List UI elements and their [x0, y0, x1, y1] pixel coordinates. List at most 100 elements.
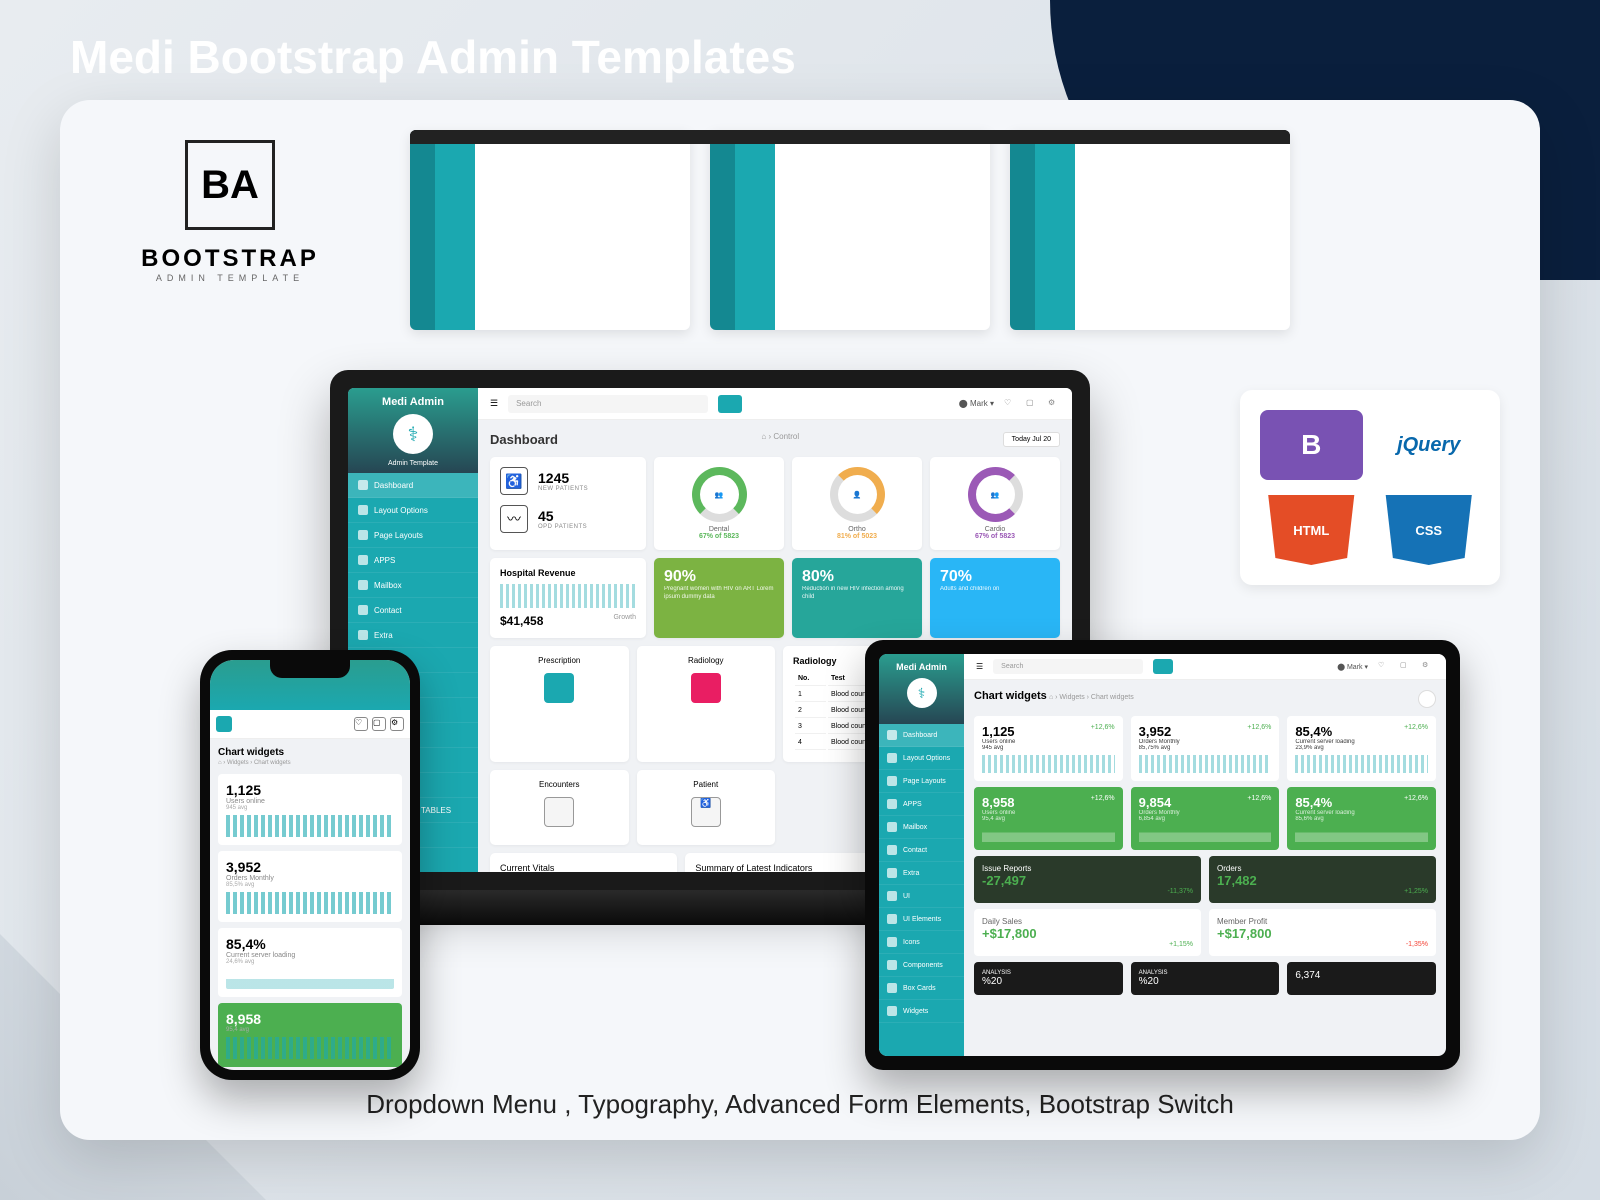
bell-icon[interactable]: ♡: [1378, 661, 1390, 673]
chart-widget-card: ANALYSIS%20: [1131, 962, 1280, 995]
nav-icon: [887, 845, 897, 855]
chart-widget-card: +12,6%85,4%Current server loading85,6% a…: [1287, 787, 1436, 850]
bell-icon[interactable]: ♡: [1004, 398, 1016, 410]
sidebar-item-widgets[interactable]: Widgets: [879, 1000, 964, 1023]
dashboard-heading: Dashboard: [490, 432, 558, 447]
bell-icon[interactable]: ♡: [354, 717, 368, 731]
phone-toolbar: ♡ ▢ ⚙: [210, 710, 410, 739]
chart-widget-card: +12,6%3,952Orders Monthly85,75% avg: [1131, 716, 1280, 781]
breadcrumb[interactable]: ⌂ › Widgets › Chart widgets: [218, 760, 402, 766]
sidebar-item-apps[interactable]: APPS: [348, 548, 478, 573]
sidebar-item-ui-elements[interactable]: UI Elements: [879, 908, 964, 931]
user-name[interactable]: Mark: [1347, 664, 1363, 671]
phone-mockup: ♡ ▢ ⚙ Chart widgets ⌂ › Widgets › Chart …: [200, 650, 420, 1080]
date-picker[interactable]: Today Jul 20: [1003, 432, 1060, 447]
sidebar-item-layout-options[interactable]: Layout Options: [348, 498, 478, 523]
gear-icon[interactable]: ⚙: [390, 717, 404, 731]
nav-icon: [887, 868, 897, 878]
chart-icon: [544, 797, 574, 827]
calendar-icon[interactable]: ▢: [372, 717, 386, 731]
sidebar-item-contact[interactable]: Contact: [879, 839, 964, 862]
tablet-sidebar: Medi Admin ⚕ DashboardLayout OptionsPage…: [879, 654, 964, 1056]
sparkline-icon: [226, 892, 394, 914]
phone-page-title: Chart widgets: [218, 747, 402, 758]
menu-icon[interactable]: ☰: [976, 662, 983, 671]
bootstrap-icon: B: [1260, 410, 1363, 480]
sparkline-icon: [226, 1037, 394, 1059]
area-chart-icon: [982, 826, 1115, 842]
logo-subtitle: ADMIN TEMPLATE: [120, 273, 340, 283]
sidebar-item-page-layouts[interactable]: Page Layouts: [879, 770, 964, 793]
encounters-card[interactable]: Encounters: [490, 770, 629, 845]
nav-icon: [887, 914, 897, 924]
vitals-card: Current Vitals: [490, 853, 677, 872]
menu-icon[interactable]: ☰: [490, 398, 498, 409]
chart-widget-card: +12,6%1,125Users online945 avg: [974, 716, 1123, 781]
stat-label: NEW PATIENTS: [538, 486, 588, 492]
sidebar-item-extra[interactable]: Extra: [348, 623, 478, 648]
nav-icon: [358, 480, 368, 490]
breadcrumb[interactable]: ⌂ › Widgets › Chart widgets: [1049, 694, 1134, 701]
tech-badges: B jQuery HTML CSS: [1240, 390, 1500, 585]
sidebar-item-contact[interactable]: Contact: [348, 598, 478, 623]
search-button[interactable]: [1153, 659, 1173, 674]
search-button[interactable]: [718, 395, 742, 413]
radiology-card[interactable]: Radiology: [637, 646, 776, 762]
preview-thumb-tickets[interactable]: Tickets: [1010, 130, 1290, 330]
page-title: Medi Bootstrap Admin Templates: [70, 30, 796, 84]
sidebar-item-icons[interactable]: Icons: [879, 931, 964, 954]
sidebar-item-layout-options[interactable]: Layout Options: [879, 747, 964, 770]
chart-widget-card: 8,95895,4 avg: [218, 1003, 402, 1067]
heart-icon: [691, 673, 721, 703]
calendar-icon[interactable]: ▢: [1026, 398, 1038, 410]
chart-widget-card: Orders17,482+1,25%: [1209, 856, 1436, 903]
pct-card-70: 70%Adults and children on: [930, 558, 1060, 638]
avatar-icon[interactable]: ⚕: [907, 678, 937, 708]
avatar-icon[interactable]: ⚕: [393, 414, 433, 454]
collapse-icon[interactable]: [1418, 690, 1436, 708]
sidebar-item-extra[interactable]: Extra: [879, 862, 964, 885]
nav-icon: [887, 960, 897, 970]
patient-card[interactable]: Patient♿: [637, 770, 776, 845]
search-input[interactable]: Search: [993, 659, 1143, 674]
user-name[interactable]: Mark: [970, 399, 988, 408]
stat-value: 1245: [538, 470, 588, 486]
sidebar-item-ui[interactable]: UI: [879, 885, 964, 908]
chart-widget-card: 1,125Users online945 avg: [218, 774, 402, 845]
breadcrumb[interactable]: ⌂ › Control: [761, 432, 799, 447]
sidebar-item-components[interactable]: Components: [879, 954, 964, 977]
brand-name: Medi Admin: [356, 396, 470, 408]
topbar: ☰ Search ⬤ Mark ▾ ♡ ▢ ⚙: [478, 388, 1072, 420]
sidebar-item-dashboard[interactable]: Dashboard: [348, 473, 478, 498]
gear-icon[interactable]: ⚙: [1422, 661, 1434, 673]
nav-icon: [887, 799, 897, 809]
gear-icon[interactable]: ⚙: [1048, 398, 1060, 410]
avatar-label: Admin Template: [356, 460, 470, 467]
preview-thumb-mailbox[interactable]: Mailbox: [410, 130, 690, 330]
nav-icon: [887, 822, 897, 832]
sparkline-icon: [982, 755, 1115, 773]
preview-thumbnails: Mailbox Profile Tickets: [410, 130, 1290, 330]
search-icon[interactable]: [216, 716, 232, 732]
area-chart-icon: [1295, 826, 1428, 842]
sidebar-item-box-cards[interactable]: Box Cards: [879, 977, 964, 1000]
sidebar-item-mailbox[interactable]: Mailbox: [879, 816, 964, 839]
nav-icon: [358, 505, 368, 515]
prescription-card[interactable]: Prescription: [490, 646, 629, 762]
search-input[interactable]: Search: [508, 395, 708, 413]
nav-icon: [887, 753, 897, 763]
sidebar-item-dashboard[interactable]: Dashboard: [879, 724, 964, 747]
pct-card-80: 80%Reduction in new HIV infection among …: [792, 558, 922, 638]
sidebar-item-mailbox[interactable]: Mailbox: [348, 573, 478, 598]
patients-card: ♿1245NEW PATIENTS 〰45OPD PATIENTS: [490, 457, 646, 550]
wheelchair-icon: ♿: [691, 797, 721, 827]
tablet-page-title: Chart widgets: [974, 690, 1047, 702]
preview-thumb-profile[interactable]: Profile: [710, 130, 990, 330]
sidebar-item-page-layouts[interactable]: Page Layouts: [348, 523, 478, 548]
chart-widget-card: +12,6%9,854Orders Monthly6,854 avg: [1131, 787, 1280, 850]
sidebar-item-apps[interactable]: APPS: [879, 793, 964, 816]
heartbeat-icon: 〰: [500, 505, 528, 533]
calendar-icon[interactable]: ▢: [1400, 661, 1412, 673]
html5-icon: HTML: [1260, 495, 1363, 565]
chart-widget-card: +12,6%8,958Users online95,4 avg: [974, 787, 1123, 850]
